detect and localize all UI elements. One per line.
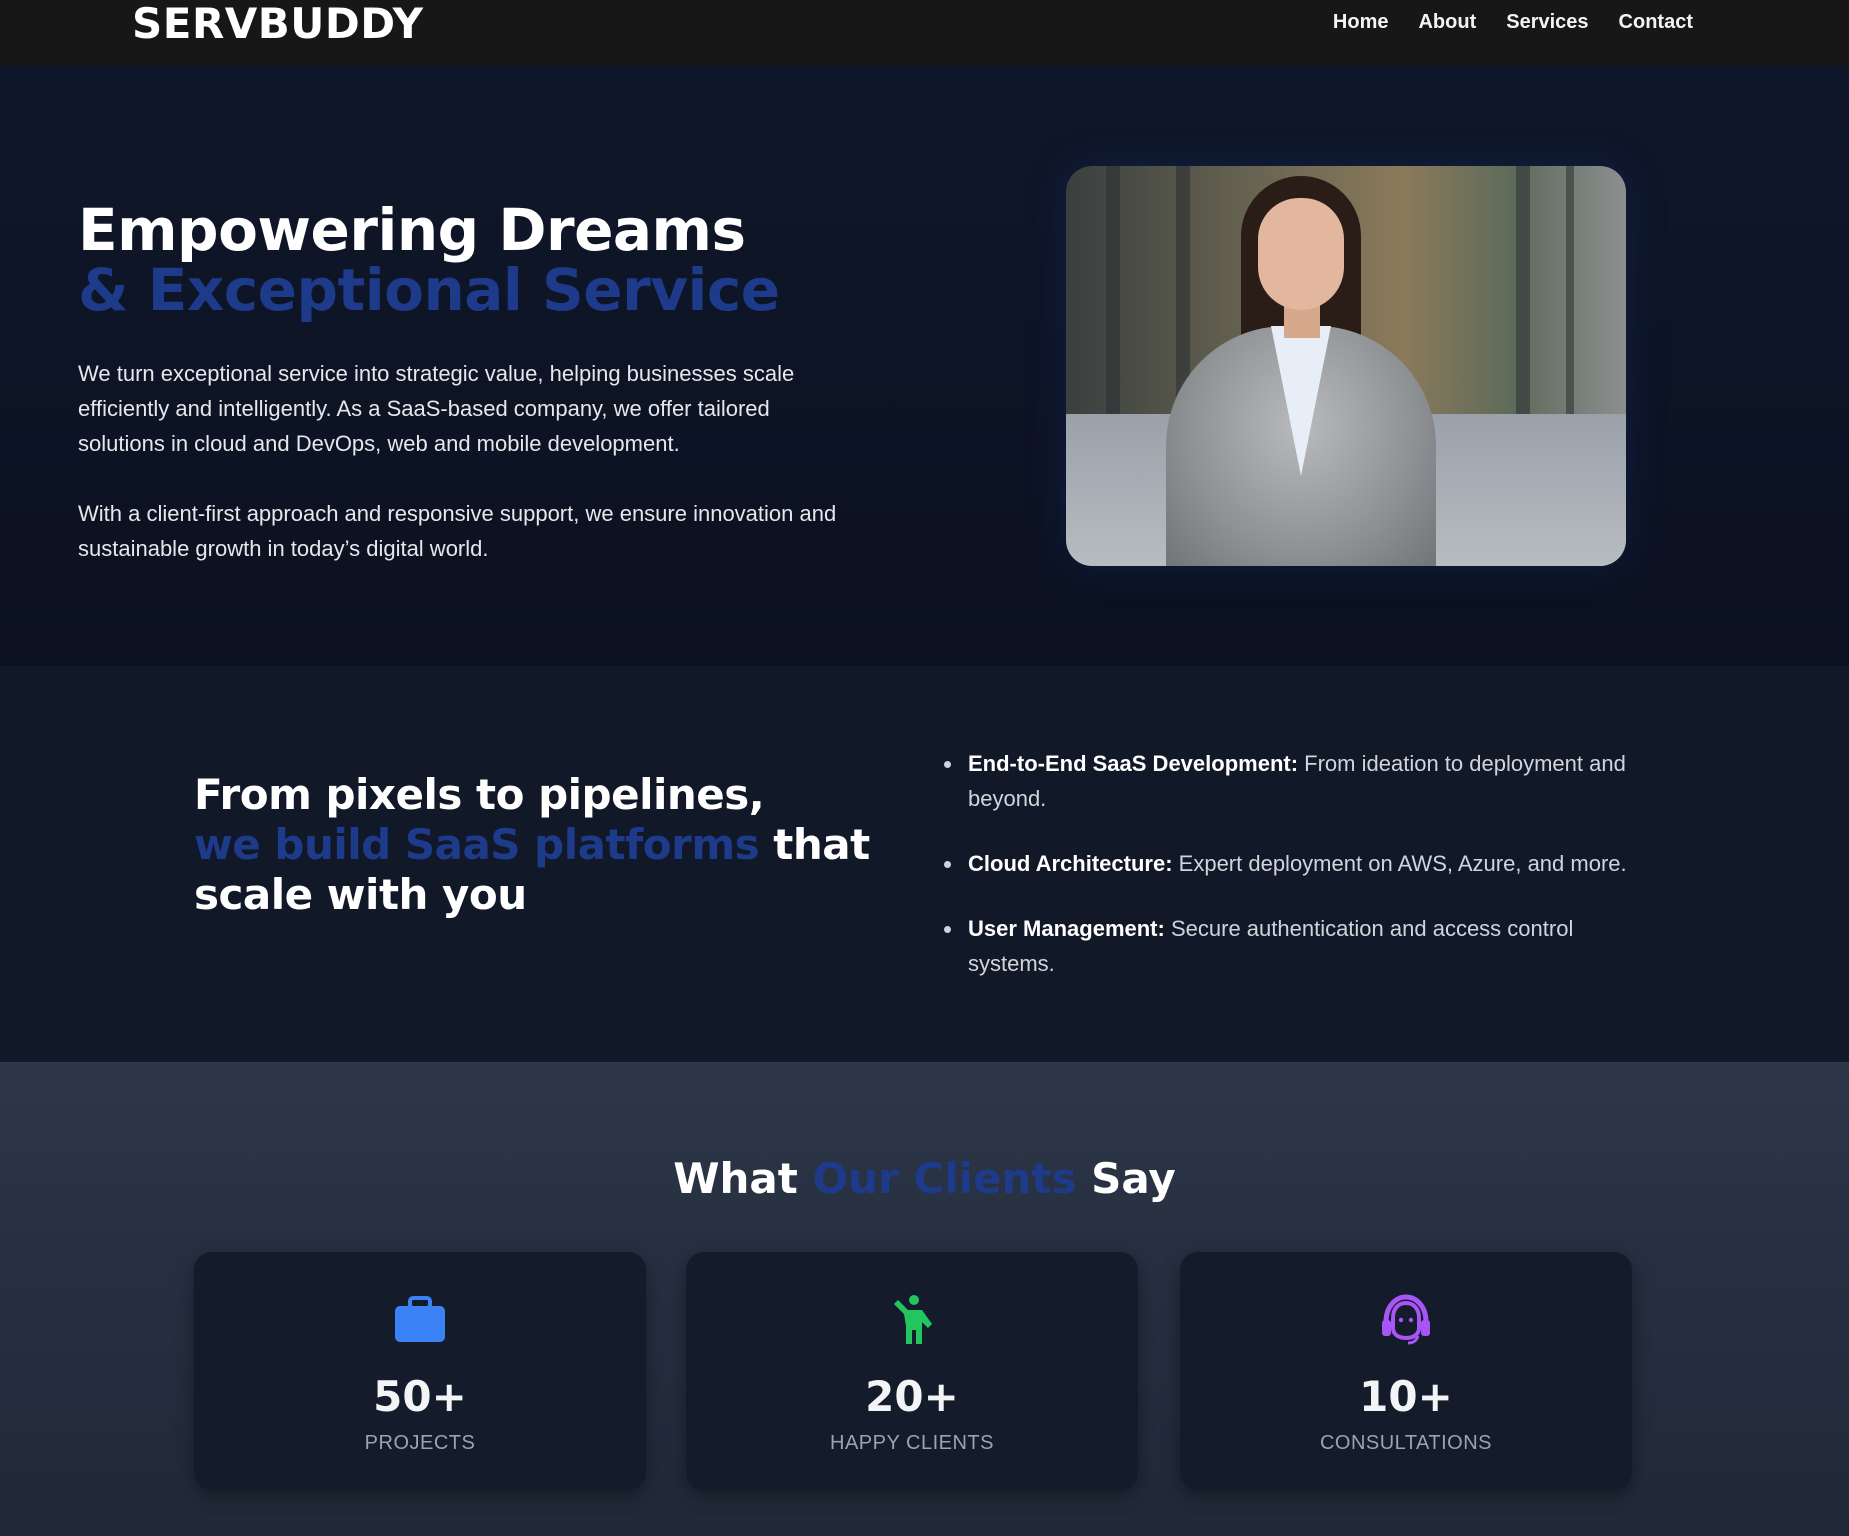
headset-icon bbox=[1382, 1294, 1430, 1345]
nav-about-link[interactable]: About bbox=[1418, 11, 1476, 34]
stat-label: HAPPY CLIENTS bbox=[830, 1432, 994, 1454]
platforms-title-accent: we build SaaS platforms bbox=[194, 820, 760, 869]
clients-title: What Our Clients Say bbox=[0, 1154, 1849, 1204]
clients-title-part2: Say bbox=[1091, 1154, 1176, 1203]
hero-title-line2: & Exceptional Service bbox=[78, 256, 780, 324]
feature-label: Cloud Architecture: bbox=[968, 851, 1173, 876]
feature-label: User Management: bbox=[968, 916, 1165, 941]
platforms-title: From pixels to pipelines, we build SaaS … bbox=[194, 770, 874, 920]
stat-card-consultations: 10+ CONSULTATIONS bbox=[1180, 1252, 1632, 1490]
clients-title-accent: Our Clients bbox=[812, 1154, 1077, 1203]
feature-item: User Management: Secure authentication a… bbox=[944, 911, 1644, 981]
hero-section: Empowering Dreams & Exceptional Service … bbox=[0, 66, 1849, 666]
stat-value: 50+ bbox=[373, 1372, 467, 1421]
hero-title-line1: Empowering Dreams bbox=[78, 196, 746, 264]
feature-label: End-to-End SaaS Development: bbox=[968, 751, 1299, 776]
top-navbar: SERVBUDDY Home About Services Contact bbox=[0, 0, 1849, 66]
nav-home-link[interactable]: Home bbox=[1333, 11, 1389, 34]
hero-description: We turn exceptional service into strateg… bbox=[78, 361, 795, 456]
stat-value: 20+ bbox=[865, 1372, 959, 1421]
brand-logo[interactable]: SERVBUDDY bbox=[132, 0, 424, 48]
businesswoman-photo bbox=[1066, 166, 1626, 566]
stat-card-happy-clients: 20+ HAPPY CLIENTS bbox=[686, 1252, 1138, 1490]
stat-label: CONSULTATIONS bbox=[1319, 1432, 1493, 1454]
platforms-title-part2: that bbox=[773, 820, 870, 869]
nav-services-link[interactable]: Services bbox=[1506, 11, 1588, 34]
feature-list: End-to-End SaaS Development: From ideati… bbox=[944, 746, 1644, 1011]
feature-item: End-to-End SaaS Development: From ideati… bbox=[944, 746, 1644, 816]
hero-title: Empowering Dreams & Exceptional Service bbox=[78, 200, 780, 320]
clients-title-part1: What bbox=[673, 1154, 798, 1203]
platforms-title-part3: scale with you bbox=[194, 870, 527, 919]
platforms-title-part1: From pixels to pipelines, bbox=[194, 770, 765, 819]
main-nav: Home About Services Contact bbox=[1333, 0, 1693, 44]
person-waving-icon bbox=[894, 1295, 932, 1344]
feature-item: Cloud Architecture: Expert deployment on… bbox=[944, 846, 1644, 881]
stat-value: 10+ bbox=[1359, 1372, 1453, 1421]
clients-section: What Our Clients Say 50+ PROJECTS 20+ HA… bbox=[0, 1062, 1849, 1536]
platforms-section: From pixels to pipelines, we build SaaS … bbox=[0, 666, 1849, 1062]
nav-contact-link[interactable]: Contact bbox=[1619, 11, 1693, 34]
briefcase-icon bbox=[395, 1296, 445, 1342]
stat-label: PROJECTS bbox=[364, 1432, 476, 1454]
feature-text: Expert deployment on AWS, Azure, and mor… bbox=[1178, 851, 1627, 876]
stat-card-projects: 50+ PROJECTS bbox=[194, 1252, 646, 1490]
hero-description-secondary: With a client-first approach and respons… bbox=[78, 501, 837, 561]
